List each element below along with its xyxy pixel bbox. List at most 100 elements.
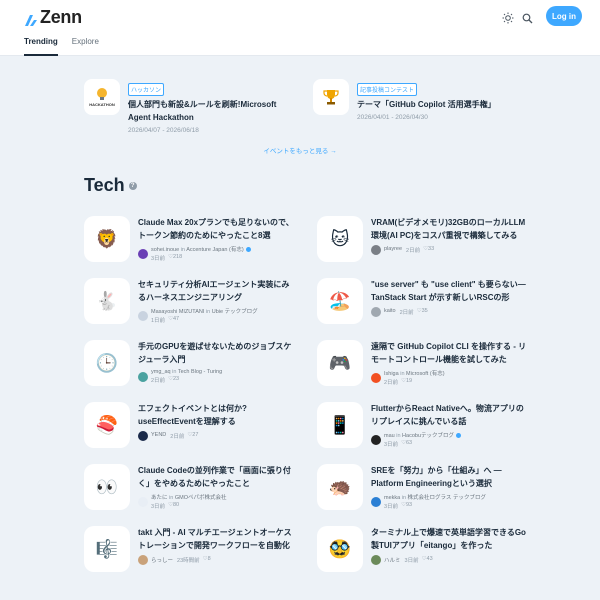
theme-toggle-sun-icon[interactable] — [499, 9, 517, 27]
in-label: in — [400, 495, 408, 501]
article-body: Claude Max 20xプランでも足りないので、トークン節約のためにやったこ… — [138, 216, 294, 266]
publication-name[interactable]: 株式会社ログラス テックブログ — [408, 495, 486, 501]
article-card[interactable]: 🐱 VRAM(ビデオメモリ)32GBのローカルLLM環境(AI PC)をコスパ重視… — [317, 216, 527, 266]
article-title[interactable]: takt 入門 - AI マルチエージェントオーケストレーションで開発ワークフロ… — [138, 526, 294, 552]
article-title[interactable]: 遠隔で GitHub Copilot CLI を操作する - リモートコントロー… — [371, 340, 527, 366]
article-meta: playree 2日前 ♡33 — [371, 245, 527, 255]
author-name[interactable]: Masayoshi MIZUTANI — [151, 309, 204, 315]
article-stats: 1日前 ♡47 — [151, 316, 258, 324]
article-card[interactable]: 📱 FlutterからReact Nativeへ。物流アプリのリプレイスに挑んでい… — [317, 402, 527, 452]
published-time: 2日前 — [406, 248, 421, 254]
author-line: playree 2日前 ♡33 — [384, 246, 434, 254]
avatar[interactable] — [138, 496, 148, 507]
publication-name[interactable]: Accenture Japan (有志) — [186, 247, 243, 253]
article-body: "use server" も "use client" も要らない—TanSta… — [371, 278, 527, 328]
article-card[interactable]: 🍣 エフェクトイベントとは何か?useEffectEventを理解する YEND 2日… — [84, 402, 294, 452]
like-count: ♡23 — [168, 376, 180, 382]
help-icon[interactable]: ? — [128, 181, 137, 190]
zenn-logo-mark — [24, 11, 37, 26]
article-card[interactable]: 🦁 Claude Max 20xプランでも足りないので、トークン節約のためにやった… — [84, 216, 294, 266]
article-title[interactable]: ターミナル上で爆速で英単語学習できるGo製TUIアプリ「eitango」を作った — [371, 526, 527, 552]
event-card[interactable]: HACKATHON ハッカソン 個人部門も新設&ルールを刷新!Microsoft… — [84, 79, 295, 134]
avatar[interactable] — [371, 434, 381, 445]
author-name[interactable]: らっしー — [151, 556, 173, 564]
tab-explore[interactable]: Explore — [72, 36, 99, 56]
article-title[interactable]: "use server" も "use client" も要らない—TanSta… — [371, 278, 527, 304]
article-title[interactable]: SREを「努力」から「仕組み」へ — Platform Engineeringと… — [371, 464, 527, 490]
avatar[interactable] — [138, 431, 148, 441]
publication-name[interactable]: Hacobuテックブログ — [402, 433, 454, 439]
article-emoji-icon: 🏖️ — [317, 278, 363, 324]
article-title[interactable]: VRAM(ビデオメモリ)32GBのローカルLLM環境(AI PC)をコスパ重視で… — [371, 216, 527, 242]
avatar[interactable] — [371, 555, 381, 565]
article-emoji-icon: 🦁 — [84, 216, 130, 262]
article-meta: Ishiga in Microsoft (有志) 2日前 ♡19 — [371, 369, 527, 386]
publication-name[interactable]: GMOペパボ株式会社 — [175, 495, 227, 501]
article-title[interactable]: 手元のGPUを遊ばせないためのジョブスケジューラ入門 — [138, 340, 294, 366]
article-stats: 2日前 ♡27 — [170, 432, 198, 440]
author-name[interactable]: mekka — [384, 495, 400, 501]
avatar[interactable] — [138, 555, 148, 565]
article-body: セキュリティ分析AIエージェント実装にみるハーネスエンジニアリング Masayos… — [138, 278, 294, 328]
like-count: ♡63 — [401, 440, 413, 446]
article-body: takt 入門 - AI マルチエージェントオーケストレーションで開発ワークフロ… — [138, 526, 294, 576]
in-label: in — [170, 369, 178, 375]
avatar[interactable] — [371, 496, 381, 507]
avatar[interactable] — [138, 248, 148, 259]
published-time: 23時間前 — [177, 558, 200, 564]
author-name[interactable]: YEND — [151, 432, 166, 440]
author-name[interactable]: sohei.inoue — [151, 247, 179, 253]
avatar[interactable] — [371, 307, 381, 317]
author-name[interactable]: Ishiga — [384, 371, 399, 377]
zenn-logo[interactable]: Zenn — [24, 7, 82, 28]
author-line: mekka in 株式会社ログラス テックブログ — [384, 493, 486, 501]
publication-name[interactable]: Microsoft (有志) — [406, 371, 445, 377]
article-card[interactable]: 🎮 遠隔で GitHub Copilot CLI を操作する - リモートコントロ… — [317, 340, 527, 390]
hackathon-thumbnail: HACKATHON — [84, 79, 120, 115]
in-label: in — [398, 371, 407, 377]
author-name[interactable]: ymg_aq — [151, 369, 171, 375]
tab-trending[interactable]: Trending — [24, 36, 58, 56]
event-title: テーマ「GitHub Copilot 活用選手権」 — [357, 100, 496, 109]
article-body: 遠隔で GitHub Copilot CLI を操作する - リモートコントロー… — [371, 340, 527, 390]
avatar[interactable] — [371, 372, 381, 383]
published-time: 2日前 — [170, 434, 185, 440]
like-count: ♡19 — [401, 378, 413, 384]
author-name[interactable]: mau — [384, 433, 395, 439]
article-card[interactable]: 🎼 takt 入門 - AI マルチエージェントオーケストレーションで開発ワークフ… — [84, 526, 294, 576]
article-card[interactable]: 👀 Claude Codeの並列作業で「画面に張り付く」をやめるためにやったことあ… — [84, 464, 294, 514]
article-card[interactable]: 🏖️ "use server" も "use client" も要らない—TanS… — [317, 278, 527, 328]
article-card[interactable]: 🦔 SREを「努力」から「仕組み」へ — Platform Engineering… — [317, 464, 527, 514]
article-title[interactable]: FlutterからReact Nativeへ。物流アプリのリプレイスに挑んでいる… — [371, 402, 527, 428]
event-card[interactable]: 記事投稿コンテスト テーマ「GitHub Copilot 活用選手権」 2026… — [313, 79, 524, 134]
article-card[interactable]: 🐇 セキュリティ分析AIエージェント実装にみるハーネスエンジニアリング Masayo… — [84, 278, 294, 328]
event-date: 2026/04/07 - 2026/06/18 — [128, 127, 199, 134]
avatar[interactable] — [138, 371, 148, 382]
author-name[interactable]: kaito — [384, 308, 396, 316]
author-name[interactable]: ハルミ — [384, 556, 401, 564]
article-title[interactable]: Claude Codeの並列作業で「画面に張り付く」をやめるためにやったこと — [138, 464, 294, 490]
article-stats: 23時間前 ♡8 — [177, 556, 211, 564]
article-meta: mekka in 株式会社ログラス テックブログ 3日前 ♡93 — [371, 493, 527, 510]
avatar[interactable] — [371, 245, 381, 255]
more-events-link[interactable]: イベントをもっと見る → — [0, 145, 600, 155]
article-card[interactable]: 🥸 ターミナル上で爆速で英単語学習できるGo製TUIアプリ「eitango」を作っ… — [317, 526, 527, 576]
search-icon[interactable] — [518, 9, 536, 27]
article-emoji-icon: 🍣 — [84, 402, 130, 448]
publication-name[interactable]: Ubie テックブログ — [212, 309, 258, 315]
published-time: 3日前 — [384, 504, 399, 510]
article-title[interactable]: セキュリティ分析AIエージェント実装にみるハーネスエンジニアリング — [138, 278, 294, 304]
article-title[interactable]: Claude Max 20xプランでも足りないので、トークン節約のためにやったこ… — [138, 216, 294, 242]
article-stats: 2日前 ♡33 — [406, 246, 434, 254]
article-meta: YEND 2日前 ♡27 — [138, 431, 294, 441]
author-name[interactable]: playree — [384, 246, 402, 254]
article-card[interactable]: 🕒 手元のGPUを遊ばせないためのジョブスケジューラ入門 ymg_aq in Tec… — [84, 340, 294, 390]
author-line: kaito 2日前 ♡35 — [384, 308, 428, 316]
article-emoji-icon: 🥸 — [317, 526, 363, 572]
avatar[interactable] — [138, 310, 148, 321]
section-title: Tech ? — [84, 175, 137, 196]
login-button[interactable]: Log in — [546, 6, 582, 26]
article-title[interactable]: エフェクトイベントとは何か?useEffectEventを理解する — [138, 402, 294, 428]
publication-name[interactable]: Tech Blog - Turing — [178, 369, 222, 375]
author-name[interactable]: あたに — [151, 495, 168, 501]
